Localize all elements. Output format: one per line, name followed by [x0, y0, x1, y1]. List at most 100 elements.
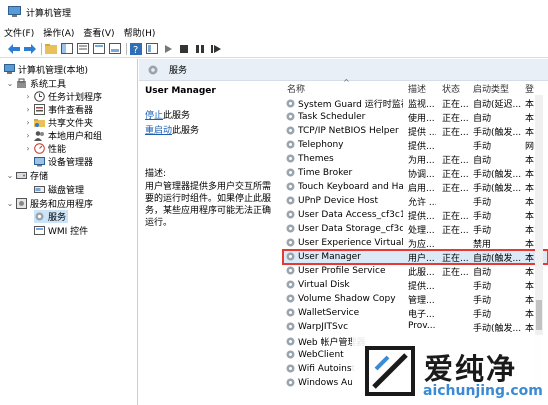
service-name-text: User Experience Virtuali... — [298, 237, 403, 248]
table-row-selected[interactable]: User Manager 用户... 正在... 自动(触发... 本 — [282, 249, 548, 265]
service-name-cell: Time Broker — [285, 167, 403, 178]
service-description-cell: 此服... — [408, 268, 435, 278]
menu-action[interactable]: 操作(A) — [43, 26, 74, 39]
service-name-text: Task Scheduler — [298, 111, 366, 122]
tree-item-wmi[interactable]: WMI 控件 — [34, 224, 88, 237]
tree-item-label: WMI 控件 — [48, 227, 89, 237]
table-row[interactable]: WalletService 电子... 手动 本 — [283, 306, 548, 320]
disk-icon — [34, 186, 45, 193]
menu-bar: 文件(F) 操作(A) 查看(V) 帮助(H) — [0, 24, 548, 40]
tree-item-disk-management[interactable]: 磁盘管理 — [34, 183, 84, 196]
refresh-icon[interactable] — [109, 43, 121, 55]
column-name[interactable]: 名称 — [287, 82, 305, 95]
service-name-cell: WarpJITSvc — [285, 321, 403, 332]
scrollbar-thumb[interactable] — [536, 300, 542, 330]
service-startup-cell: 手动 — [473, 212, 492, 222]
column-logon[interactable]: 登 — [525, 82, 534, 95]
table-row[interactable]: User Experience Virtuali... 为应... 禁用 本 — [283, 236, 548, 250]
tree-item-shared-folders[interactable]: › 共享文件夹 — [24, 116, 93, 129]
tree-item-device-manager[interactable]: 设备管理器 — [34, 155, 93, 168]
service-status-cell: 正在... — [442, 114, 469, 124]
chevron-right-icon[interactable]: › — [24, 118, 32, 127]
service-startup-cell: 手动 — [473, 296, 492, 306]
service-startup-cell: 手动 — [473, 282, 492, 292]
tree-item-label: 设备管理器 — [48, 158, 94, 168]
tree-item-local-users[interactable]: › 本地用户和组 — [24, 129, 102, 142]
help-icon[interactable]: ? — [130, 42, 142, 55]
tree-item-task-scheduler[interactable]: › 任务计划程序 — [24, 90, 102, 103]
tree-item-storage[interactable]: ⌄ 存储 — [6, 169, 48, 182]
table-row[interactable]: Touch Keyboard and Ha... 启用... 正在... 手动(触发.… — [283, 180, 548, 194]
chevron-down-icon[interactable]: ⌄ — [6, 79, 14, 88]
start-service-icon[interactable] — [162, 43, 174, 55]
restart-service-icon[interactable] — [210, 43, 222, 55]
event-viewer-icon — [34, 104, 45, 115]
description-label: 描述: — [145, 169, 167, 179]
service-name-cell: User Data Access_cf3c1d6 — [285, 209, 403, 220]
up-folder-icon[interactable] — [45, 43, 57, 55]
table-row[interactable]: Telephony 提供... 手动 网 — [283, 138, 548, 152]
chevron-right-icon[interactable]: › — [24, 92, 32, 101]
pause-service-icon[interactable] — [194, 43, 206, 55]
tree-item-event-viewer[interactable]: › 事件查看器 — [24, 103, 93, 116]
service-logon-cell: 本 — [525, 128, 535, 138]
table-row[interactable]: User Profile Service 此服... 正在... 自动 本 — [283, 264, 548, 278]
menu-file[interactable]: 文件(F) — [4, 26, 34, 39]
chevron-down-icon[interactable]: ⌄ — [6, 199, 14, 208]
service-name-text: Themes — [298, 153, 334, 164]
stop-service-icon[interactable] — [178, 43, 190, 55]
service-description-cell: 用户... — [408, 254, 435, 264]
column-status[interactable]: 状态 — [442, 82, 460, 95]
export-list-icon[interactable] — [93, 43, 105, 55]
back-icon[interactable] — [8, 43, 20, 55]
table-row[interactable]: Task Scheduler 使用... 正在... 自动 本 — [283, 110, 548, 124]
service-logon-cell: 本 — [525, 184, 535, 194]
tree-item-performance[interactable]: › 性能 — [24, 142, 66, 155]
service-gear-icon — [286, 266, 295, 275]
computer-icon — [4, 64, 15, 74]
service-gear-icon — [286, 112, 295, 121]
service-name-text: User Data Access_cf3c1d6 — [298, 209, 403, 220]
tree-item-services-apps[interactable]: ⌄ 服务和应用程序 — [6, 197, 93, 210]
table-row[interactable]: Time Broker 协调... 正在... 手动(触发... 本 — [283, 166, 548, 180]
chevron-right-icon[interactable]: › — [24, 131, 32, 140]
menu-view[interactable]: 查看(V) — [83, 26, 114, 39]
service-description-cell: 电子... — [408, 310, 435, 320]
service-description-cell: 为应... — [408, 240, 435, 250]
service-status-cell: 正在... — [442, 100, 469, 110]
toolbar-divider — [126, 42, 127, 55]
service-status-cell: 正在... — [442, 184, 469, 194]
column-startup-type[interactable]: 启动类型 — [473, 82, 509, 95]
table-row[interactable]: UPnP Device Host 允许 ... 手动 本 — [283, 194, 548, 208]
show-tree-icon[interactable] — [61, 43, 73, 55]
service-status-cell: 正在... — [442, 212, 469, 222]
table-row[interactable]: Virtual Disk 提供... 手动 本 — [283, 278, 548, 292]
menu-help[interactable]: 帮助(H) — [124, 26, 156, 39]
stop-link[interactable]: 停止 — [145, 111, 163, 121]
table-row[interactable]: WarpJITSvc Prov... 手动(触发... 本 — [283, 320, 548, 334]
service-description-cell: 处理... — [408, 226, 435, 236]
gear-icon — [148, 65, 158, 74]
chevron-down-icon[interactable]: ⌄ — [6, 171, 14, 180]
service-name-cell: UPnP Device Host — [285, 195, 403, 206]
tree-item-system-tools[interactable]: ⌄ 系统工具 — [6, 77, 66, 90]
restart-link[interactable]: 重启动 — [145, 126, 172, 136]
service-name-cell: User Profile Service — [285, 265, 403, 276]
tree-root[interactable]: 计算机管理(本地) — [4, 63, 88, 76]
table-row[interactable]: TCP/IP NetBIOS Helper 提供 ... 正在... 手动(触发...… — [283, 124, 548, 138]
properties-icon[interactable] — [77, 43, 89, 55]
column-description[interactable]: 描述 — [408, 82, 426, 95]
table-row[interactable]: System Guard 运行时监视... 监视... 正在... 自动(延迟... 本 — [283, 96, 548, 110]
chevron-right-icon[interactable]: › — [24, 105, 32, 114]
view-icon[interactable] — [146, 43, 158, 55]
table-row[interactable]: Volume Shadow Copy 管理... 手动 本 — [283, 292, 548, 306]
table-row[interactable]: User Data Storage_cf3c1... 处理... 正在... 手动 本 — [283, 222, 548, 236]
table-row[interactable]: Themes 为用... 正在... 自动 本 — [283, 152, 548, 166]
svg-text:?: ? — [133, 45, 138, 55]
tree-item-services[interactable]: 服务 — [34, 210, 68, 223]
service-gear-icon — [286, 252, 295, 261]
table-row[interactable]: User Data Access_cf3c1d6 提供... 正在... 手动 本 — [283, 208, 548, 222]
forward-icon[interactable] — [24, 43, 36, 55]
service-status-cell: 正在... — [442, 268, 469, 278]
chevron-right-icon[interactable]: › — [24, 144, 32, 153]
